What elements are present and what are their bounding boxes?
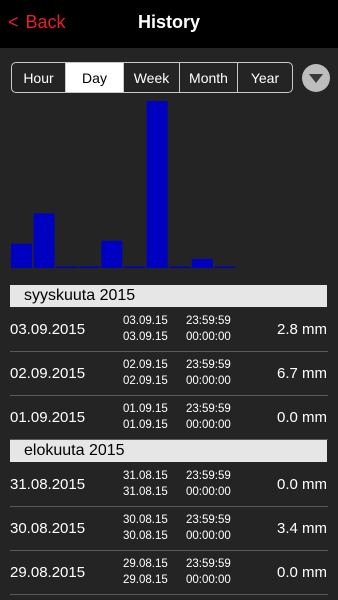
page-title: History [137,12,200,32]
dropdown-button[interactable] [302,64,330,92]
row-date: 31.08.2015 [10,476,86,493]
tab-year[interactable]: Year [238,63,292,92]
range-from-time: 23:59:59 [186,558,231,570]
list-item[interactable]: 01.09.2015 01.09.15 01.09.15 23:59:59 00:00:… [0,396,338,440]
range-to-date: 01.09.15 [123,419,168,431]
range-from-date: 02.09.15 [123,359,168,371]
tab-month[interactable]: Month [180,63,238,92]
period-segmented-control: Hour Day Week Month Year [11,62,293,93]
range-to-time: 00:00:00 [186,486,231,498]
range-from-date: 30.08.15 [123,514,168,526]
range-to-time: 00:00:00 [186,419,231,431]
list-item[interactable]: 03.09.2015 03.09.15 03.09.15 23:59:59 00:00:… [0,308,338,352]
range-to-date: 30.08.15 [123,530,168,542]
range-from-time: 23:59:59 [186,359,231,371]
range-from-date: 31.08.15 [123,470,168,482]
range-to-date: 29.08.15 [123,574,168,586]
rainfall-value: 2.8 mm [276,321,327,338]
range-to-time: 00:00:00 [186,331,231,343]
range-to-time: 00:00:00 [186,530,231,542]
chart-bar [33,213,55,268]
rainfall-value: 0.0 mm [276,564,327,581]
chart-bar [169,266,191,268]
range-to-date: 03.09.15 [123,331,168,343]
rainfall-value: 0.0 mm [276,409,327,426]
chart-bar [101,240,123,268]
range-to-time: 00:00:00 [186,375,231,387]
range-from-date: 03.09.15 [123,315,168,327]
row-date: 02.09.2015 [10,365,86,382]
range-from-time: 23:59:59 [186,470,231,482]
range-from-time: 23:59:59 [186,514,231,526]
row-date: 30.08.2015 [10,520,86,537]
chevron-down-icon [309,74,323,83]
range-to-date: 31.08.15 [123,486,168,498]
chart-bar [214,266,236,268]
range-to-date: 02.09.15 [123,375,168,387]
section-header: elokuuta 2015 [10,440,327,462]
rainfall-value: 3.4 mm [276,520,327,537]
chart-bar [146,101,168,268]
chart-bar [124,266,145,268]
tab-hour[interactable]: Hour [12,63,66,92]
list-item[interactable]: 31.08.2015 31.08.15 31.08.15 23:59:59 00:00:… [0,463,338,507]
chart-bar [11,243,32,268]
chart-bar [56,266,78,268]
range-from-time: 23:59:59 [186,403,231,415]
tab-week[interactable]: Week [124,63,180,92]
rainfall-value: 0.0 mm [276,476,327,493]
list-item[interactable]: 29.08.2015 29.08.15 29.08.15 23:59:59 00:00:… [0,551,338,595]
navigation-bar: < Back History [0,0,338,48]
range-from-date: 29.08.15 [123,558,168,570]
tab-day[interactable]: Day [66,63,124,92]
chart-bar [191,258,213,268]
list-item[interactable]: 02.09.2015 02.09.15 02.09.15 23:59:59 00:00:… [0,352,338,396]
range-from-date: 01.09.15 [123,403,168,415]
rainfall-value: 6.7 mm [276,365,327,382]
section-header: syyskuuta 2015 [10,285,327,307]
row-date: 03.09.2015 [10,321,86,338]
list-item[interactable]: 30.08.2015 30.08.15 30.08.15 23:59:59 00:00:… [0,507,338,551]
history-bar-chart [11,101,236,268]
row-divider [10,594,328,595]
row-date: 01.09.2015 [10,409,86,426]
range-to-time: 00:00:00 [186,574,231,586]
row-date: 29.08.2015 [10,564,86,581]
chart-bar [78,266,100,268]
range-from-time: 23:59:59 [186,315,231,327]
